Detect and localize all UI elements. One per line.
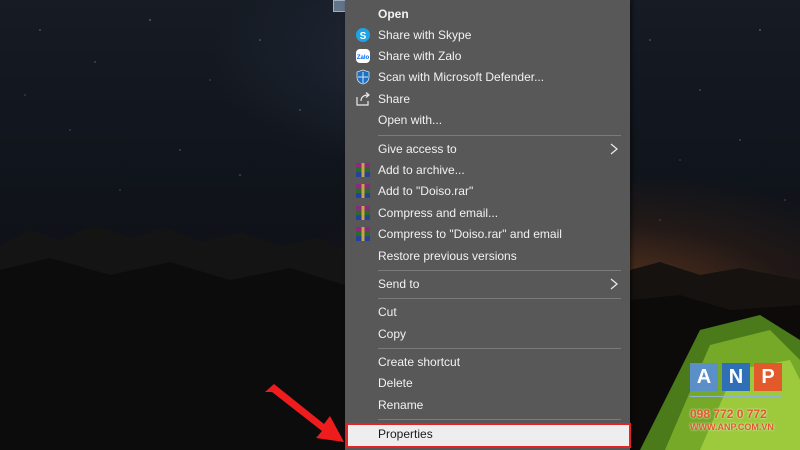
red-arrow-icon (265, 384, 344, 442)
menu-item-label: Properties (378, 427, 433, 441)
menu-separator (378, 419, 621, 420)
menu-item-share[interactable]: Share (345, 89, 630, 110)
menu-item-label: Delete (378, 376, 413, 390)
menu-item-label: Restore previous versions (378, 249, 517, 263)
anp-watermark-logo: A N P 098 772 0 772 WWW.ANP.COM.VN (690, 363, 788, 432)
chevron-right-icon (608, 143, 620, 155)
menu-item-open[interactable]: Open (345, 4, 630, 25)
context-menu: Open S Share with Skype Zalo Share with … (345, 0, 631, 450)
logo-letter-a: A (690, 363, 718, 391)
logo-website: WWW.ANP.COM.VN (690, 422, 774, 432)
menu-separator (378, 270, 621, 271)
menu-item-restore-previous-versions[interactable]: Restore previous versions (345, 246, 630, 267)
menu-item-label: Compress and email... (378, 206, 499, 220)
menu-item-label: Share with Skype (378, 28, 472, 42)
menu-item-add-to-archive[interactable]: Add to archive... (345, 160, 630, 181)
menu-item-label: Rename (378, 398, 424, 412)
defender-icon (355, 69, 371, 85)
menu-item-create-shortcut[interactable]: Create shortcut (345, 352, 630, 373)
menu-item-send-to[interactable]: Send to (345, 274, 630, 295)
skype-icon: S (355, 27, 371, 43)
share-icon (355, 91, 371, 107)
winrar-icon (355, 162, 371, 178)
menu-item-delete[interactable]: Delete (345, 373, 630, 394)
chevron-right-icon (608, 278, 620, 290)
menu-item-label: Compress to "Doiso.rar" and email (378, 227, 562, 241)
menu-item-properties[interactable]: Properties (346, 423, 631, 448)
menu-item-scan-defender[interactable]: Scan with Microsoft Defender... (345, 67, 630, 88)
menu-item-label: Add to archive... (378, 163, 465, 177)
menu-item-label: Scan with Microsoft Defender... (378, 70, 545, 84)
logo-divider (690, 396, 782, 403)
menu-item-cut[interactable]: Cut (345, 302, 630, 323)
menu-item-label: Open (378, 7, 409, 21)
menu-item-label: Cut (378, 305, 397, 319)
menu-item-label: Copy (378, 327, 407, 341)
logo-phone-number: 098 772 0 772 (690, 407, 767, 421)
zalo-icon: Zalo (355, 48, 371, 64)
menu-item-label: Send to (378, 277, 420, 291)
svg-text:S: S (360, 31, 367, 42)
menu-separator (378, 135, 621, 136)
winrar-icon (355, 183, 371, 199)
menu-item-give-access-to[interactable]: Give access to (345, 139, 630, 160)
menu-item-copy[interactable]: Copy (345, 324, 630, 345)
logo-letter-p: P (754, 363, 782, 391)
menu-item-open-with[interactable]: Open with... (345, 110, 630, 131)
menu-item-rename[interactable]: Rename (345, 395, 630, 416)
logo-letter-n: N (722, 363, 750, 391)
menu-item-share-with-zalo[interactable]: Zalo Share with Zalo (345, 46, 630, 67)
menu-item-label: Open with... (378, 113, 443, 127)
menu-item-share-with-skype[interactable]: S Share with Skype (345, 25, 630, 46)
menu-item-label: Give access to (378, 142, 457, 156)
svg-text:Zalo: Zalo (357, 55, 370, 61)
menu-item-compress-and-email[interactable]: Compress and email... (345, 203, 630, 224)
menu-item-compress-to-doiso-and-email[interactable]: Compress to "Doiso.rar" and email (345, 224, 630, 245)
menu-separator (378, 298, 621, 299)
menu-separator (378, 348, 621, 349)
menu-item-add-to-doiso-rar[interactable]: Add to "Doiso.rar" (345, 181, 630, 202)
menu-item-label: Share with Zalo (378, 49, 462, 63)
winrar-icon (355, 226, 371, 242)
menu-item-label: Create shortcut (378, 355, 461, 369)
menu-item-label: Share (378, 92, 411, 106)
winrar-icon (355, 205, 371, 221)
menu-item-label: Add to "Doiso.rar" (378, 184, 474, 198)
